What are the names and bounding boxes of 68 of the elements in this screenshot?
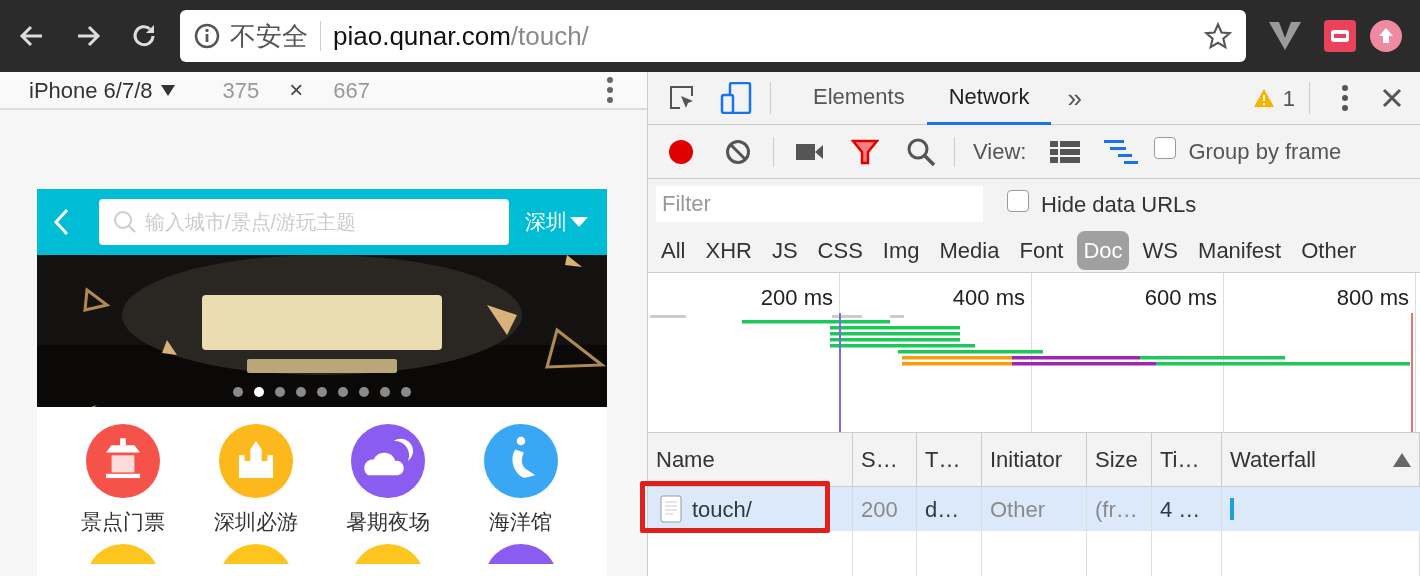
type-filter[interactable]: Font [1013, 231, 1070, 270]
table-cell-text: (fr… [1095, 495, 1138, 524]
column-header[interactable]: Size [1087, 433, 1152, 486]
checkbox-label: Group by frame [1188, 138, 1342, 166]
type-filter[interactable]: Media [933, 231, 1006, 270]
warning-count[interactable]: 1 [1282, 81, 1295, 115]
column-header[interactable]: Initiator [982, 433, 1087, 486]
more-icon[interactable] [607, 77, 613, 103]
upload-icon[interactable] [1370, 20, 1402, 52]
waterfall-view-icon[interactable] [1104, 139, 1139, 164]
time-tick: 400 ms [952, 284, 1025, 312]
inspect-icon[interactable] [668, 84, 696, 112]
devtools-tab[interactable]: Network [926, 71, 1052, 125]
type-filter[interactable]: WS [1136, 231, 1185, 270]
table-cell-text: 200 [861, 495, 898, 524]
checkbox[interactable] [1007, 189, 1029, 212]
url-host: piao.qunar.com [333, 19, 511, 53]
time-tick: 200 ms [760, 284, 833, 312]
waterfall-bar [1230, 498, 1234, 520]
security-label: 不安全 [230, 19, 308, 53]
url-path: /touch/ [510, 19, 589, 53]
document-icon [660, 495, 682, 523]
type-filter[interactable]: CSS [811, 231, 869, 270]
star-icon[interactable] [1204, 22, 1232, 50]
type-filter[interactable]: Other [1295, 231, 1363, 270]
device-select[interactable]: iPhone 6/7/8 [29, 73, 175, 107]
checkbox-label: Hide data URLs [1041, 190, 1197, 219]
v-logo-icon[interactable] [1268, 21, 1302, 51]
table-cell-text: 4 … [1160, 495, 1201, 524]
devtools-tab[interactable]: Elements [791, 71, 927, 125]
view-label: View: [973, 138, 1027, 166]
type-filter[interactable]: Img [876, 231, 926, 270]
search-icon [113, 210, 137, 234]
close-icon[interactable] [1382, 88, 1402, 108]
camera-icon[interactable] [796, 142, 824, 161]
request-row[interactable]: touch/ 200 d… Other (fr… 4 … [648, 487, 1420, 531]
table-cell-text: Other [990, 495, 1046, 524]
clear-icon[interactable] [725, 138, 751, 165]
info-icon [194, 23, 220, 49]
column-header[interactable]: S… [853, 433, 917, 486]
table-cell-text: d… [925, 495, 960, 524]
list-view-icon[interactable] [1050, 140, 1081, 163]
device-toggle-icon[interactable] [720, 82, 752, 114]
column-header[interactable]: T… [917, 433, 982, 486]
column-header[interactable]: Ti… [1152, 433, 1222, 486]
type-filter[interactable]: JS [765, 231, 804, 270]
times-sign: × [289, 75, 304, 105]
record-icon[interactable] [668, 138, 694, 165]
time-tick: 600 ms [1144, 284, 1217, 312]
type-filter[interactable]: All [655, 231, 692, 270]
type-filter[interactable]: XHR [699, 231, 758, 270]
column-header[interactable]: Waterfall [1222, 433, 1420, 486]
category-label[interactable]: 暑期夜场 [346, 506, 431, 538]
category-label[interactable]: 景点门票 [81, 506, 166, 538]
filter-field[interactable]: Filter [656, 186, 983, 222]
category-label[interactable]: 深圳必游 [213, 506, 298, 538]
column-header[interactable]: Name [648, 433, 853, 486]
extension-icon[interactable] [1324, 20, 1356, 52]
category-label[interactable]: 海洋馆 [489, 506, 553, 538]
address-bar[interactable]: 不安全 piao.qunar.com/touch/ [180, 10, 1246, 62]
more-icon[interactable] [1342, 85, 1348, 111]
filter-icon[interactable] [851, 138, 879, 165]
checkbox[interactable] [1154, 137, 1177, 159]
type-filter[interactable]: Manifest [1192, 231, 1288, 270]
time-tick: 800 ms [1336, 284, 1409, 312]
table-cell-text: touch/ [692, 495, 752, 524]
more-tabs-button[interactable]: » [1067, 78, 1082, 118]
search-icon[interactable] [906, 136, 936, 167]
